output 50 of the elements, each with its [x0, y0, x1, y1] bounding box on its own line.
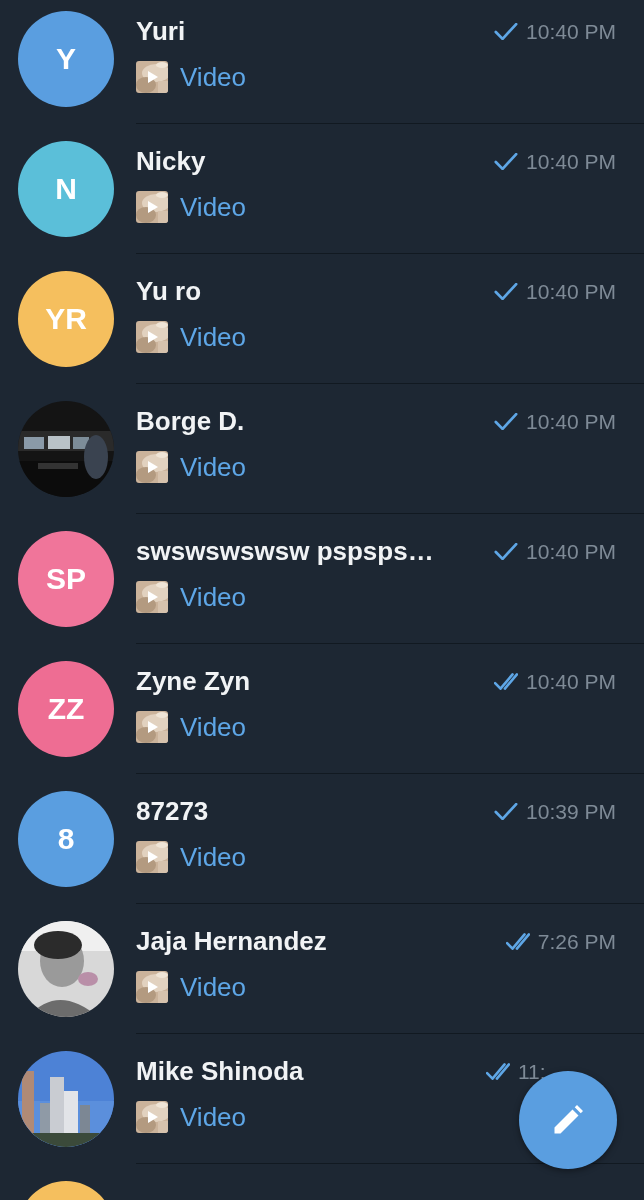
contact-name: swswswswsw pspsps… — [136, 536, 434, 567]
message-time: 10:40 PM — [526, 409, 616, 434]
chat-row[interactable]: SP swswswswsw pspsps… 10:40 PM Video — [0, 514, 644, 644]
contact-name: Yuri — [136, 16, 186, 47]
contact-name: Zyne Zyn — [136, 666, 251, 697]
chat-row[interactable]: ZZ Zyne Zyn 10:40 PM Video — [0, 644, 644, 774]
contact-name: Nicky — [136, 146, 206, 177]
message-time: 10:40 PM — [526, 539, 616, 564]
contact-name: Yu ro — [136, 276, 201, 307]
message-preview: Video — [180, 451, 247, 483]
avatar: Y — [18, 11, 114, 107]
message-preview: Video — [180, 321, 247, 353]
message-time: 10:40 PM — [526, 669, 616, 694]
avatar: SP — [18, 531, 114, 627]
avatar: YR — [18, 271, 114, 367]
play-icon — [148, 201, 158, 213]
contact-name: Borge D. — [136, 406, 245, 437]
message-time: 7:26 PM — [537, 929, 616, 954]
play-icon — [148, 851, 158, 863]
contact-name: Jaja Hernandez — [136, 926, 327, 957]
message-preview: Video — [180, 581, 247, 613]
chat-row[interactable]: Borge D. 10:40 PM Video — [0, 384, 644, 514]
avatar: ZZ — [18, 661, 114, 757]
avatar: N — [18, 141, 114, 237]
message-time: 10:40 PM — [526, 279, 616, 304]
message-time: 10:40 PM — [526, 149, 616, 174]
message-time: 10:39 PM — [526, 799, 616, 824]
message-preview: Video — [180, 191, 247, 223]
play-icon — [148, 331, 158, 343]
contact-name: Mike Shinoda — [136, 1056, 304, 1087]
avatar: 8 — [18, 791, 114, 887]
chat-row[interactable]: 8 87273 10:39 PM Video — [0, 774, 644, 904]
message-preview: Video — [180, 711, 247, 743]
message-preview: Video — [180, 841, 247, 873]
play-icon — [148, 71, 158, 83]
message-time: 10:40 PM — [526, 19, 616, 44]
message-preview: Video — [180, 61, 247, 93]
chat-row[interactable]: N Nicky 10:40 PM Video — [0, 124, 644, 254]
contact-name: 87273 — [136, 796, 209, 827]
chat-row[interactable]: Y Yuri 10:40 PM Video — [0, 0, 644, 124]
chat-row[interactable]: YR Yu ro 10:40 PM Video — [0, 254, 644, 384]
play-icon — [148, 591, 158, 603]
message-time: 11: — [518, 1059, 547, 1084]
message-preview: Video — [180, 1101, 247, 1133]
play-icon — [148, 1111, 158, 1123]
chat-row[interactable]: Jaja Hernandez 7:26 PM Video — [0, 904, 644, 1034]
play-icon — [148, 461, 158, 473]
play-icon — [148, 721, 158, 733]
play-icon — [148, 981, 158, 993]
message-preview: Video — [180, 971, 247, 1003]
